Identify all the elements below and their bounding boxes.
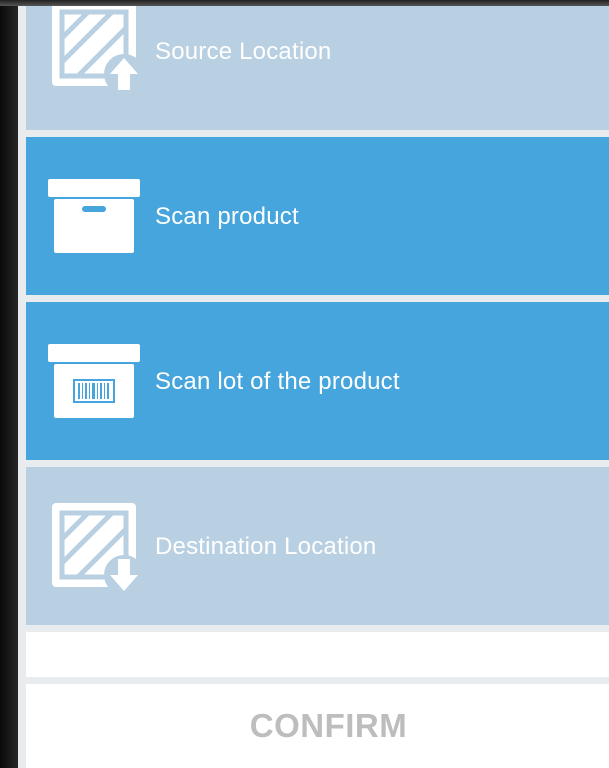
step-label: Source Location	[155, 38, 332, 65]
location-upload-icon	[52, 2, 140, 90]
steps-panel: Source Location Scan product Scan lot of…	[18, 0, 609, 768]
step-label: Scan product	[155, 203, 299, 230]
box-icon	[48, 179, 140, 253]
empty-row	[26, 632, 609, 677]
step-destination-location[interactable]: Destination Location	[26, 467, 609, 625]
left-bezel	[0, 0, 18, 768]
device-screen: Source Location Scan product Scan lot of…	[0, 0, 609, 768]
confirm-button[interactable]: CONFIRM	[250, 707, 407, 745]
top-bezel	[0, 0, 609, 6]
step-label: Destination Location	[155, 533, 377, 560]
barcode-box-icon	[48, 344, 140, 418]
step-source-location[interactable]: Source Location	[26, 0, 609, 130]
step-label: Scan lot of the product	[155, 368, 400, 395]
confirm-bar: CONFIRM	[26, 684, 609, 768]
step-scan-lot[interactable]: Scan lot of the product	[26, 302, 609, 460]
step-scan-product[interactable]: Scan product	[26, 137, 609, 295]
location-download-icon	[52, 503, 140, 591]
